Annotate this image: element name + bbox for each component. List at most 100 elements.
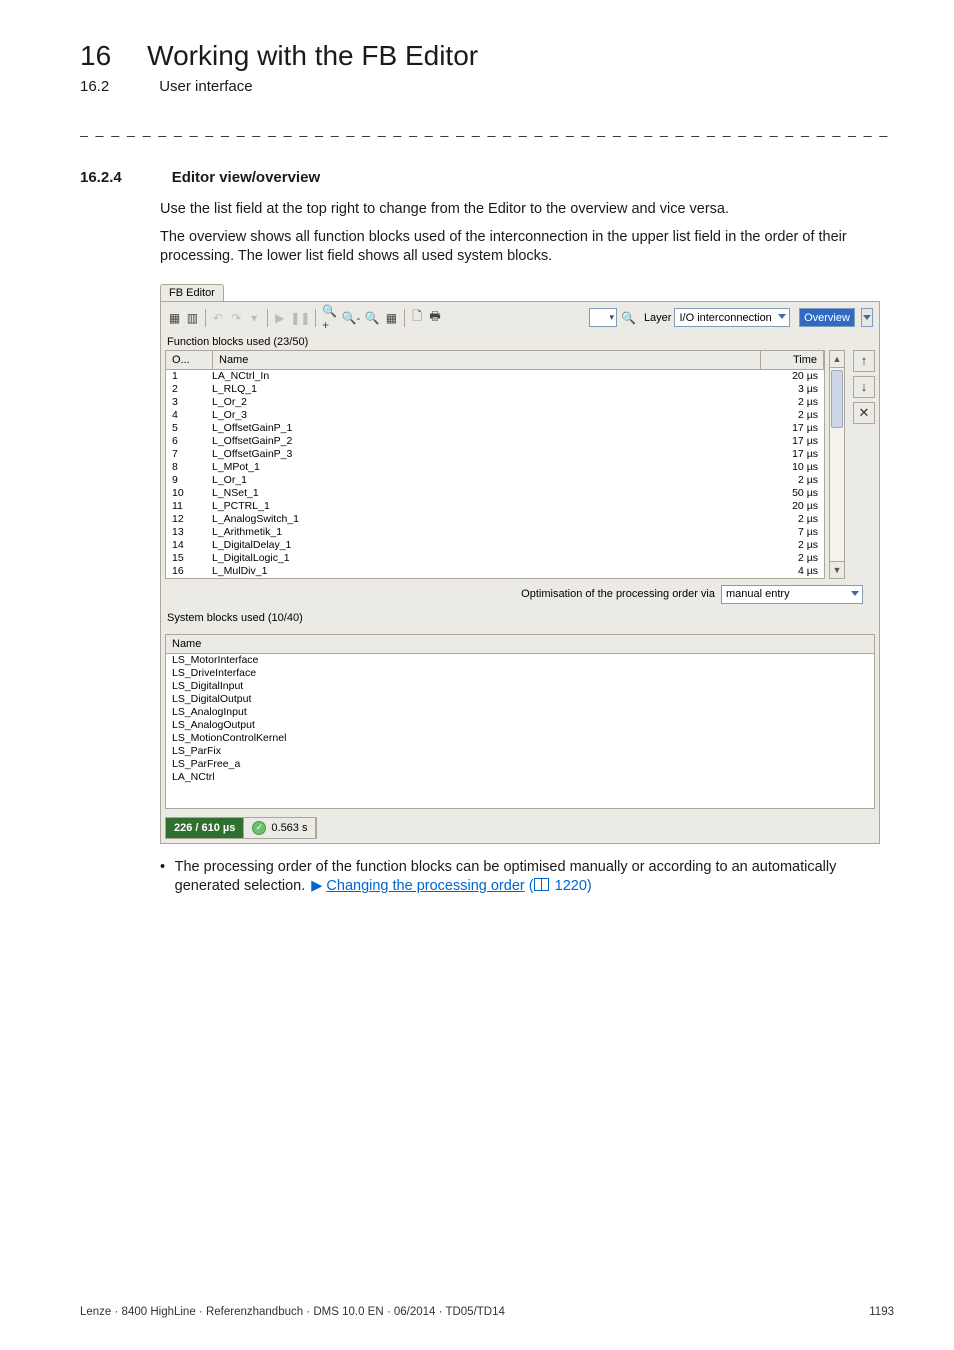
table-row[interactable]: 7L_OffsetGainP_317 µs bbox=[166, 448, 824, 461]
list-item[interactable]: LS_MotorInterface bbox=[166, 654, 874, 667]
list-item[interactable]: LS_ParFix bbox=[166, 745, 874, 758]
table-row[interactable]: 15L_DigitalLogic_12 µs bbox=[166, 552, 824, 565]
cell-name: L_AnalogSwitch_1 bbox=[206, 513, 768, 525]
system-block-list: Name LS_MotorInterfaceLS_DriveInterfaceL… bbox=[165, 634, 875, 809]
toolbar-btn-print[interactable]: 🖶 bbox=[428, 308, 443, 328]
cell-order: 3 bbox=[166, 396, 206, 408]
table-row[interactable]: 16L_MulDiv_14 µs bbox=[166, 565, 824, 578]
cell-name: L_DigitalDelay_1 bbox=[206, 539, 768, 551]
table-row[interactable]: 5L_OffsetGainP_117 µs bbox=[166, 422, 824, 435]
layer-label: Layer bbox=[644, 312, 672, 324]
cell-time: 50 µs bbox=[768, 487, 824, 499]
link-changing-processing-order[interactable]: Changing the processing order bbox=[326, 878, 524, 894]
cell-order: 4 bbox=[166, 409, 206, 421]
toolbar-btn-sb-insert[interactable]: ▥ bbox=[185, 308, 200, 328]
chapter-number: 16 bbox=[80, 40, 111, 72]
scrollbar-track[interactable] bbox=[829, 368, 845, 561]
function-block-list: O... Name Time 1LA_NCtrl_In20 µs2L_RLQ_1… bbox=[165, 350, 825, 579]
list-item[interactable]: LS_AnalogOutput bbox=[166, 719, 874, 732]
toolbar-btn-undo: ↶ bbox=[211, 308, 226, 328]
table-row[interactable]: 14L_DigitalDelay_12 µs bbox=[166, 539, 824, 552]
cell-order: 14 bbox=[166, 539, 206, 551]
cell-name: L_PCTRL_1 bbox=[206, 500, 768, 512]
list-item[interactable]: LS_MotionControlKernel bbox=[166, 732, 874, 745]
cell-name: L_MPot_1 bbox=[206, 461, 768, 473]
col-header-sys-name[interactable]: Name bbox=[166, 635, 874, 653]
check-icon: ✓ bbox=[252, 821, 266, 835]
list-item[interactable]: LS_DriveInterface bbox=[166, 667, 874, 680]
cell-name: LA_NCtrl_In bbox=[206, 370, 768, 382]
paragraph-2: The overview shows all function blocks u… bbox=[160, 228, 894, 267]
col-header-name[interactable]: Name bbox=[213, 351, 761, 369]
view-dropdown[interactable]: Overview bbox=[799, 308, 855, 327]
cell-order: 2 bbox=[166, 383, 206, 395]
cell-order: 16 bbox=[166, 565, 206, 577]
cell-time: 3 µs bbox=[768, 383, 824, 395]
optimisation-dropdown[interactable]: manual entry bbox=[721, 585, 863, 604]
cell-order: 11 bbox=[166, 500, 206, 512]
layer-dropdown[interactable]: I/O interconnection bbox=[674, 308, 790, 327]
table-row[interactable]: 1LA_NCtrl_In20 µs bbox=[166, 370, 824, 383]
toolbar-btn-play: ▶ bbox=[272, 308, 287, 328]
toolbar-btn-zoom-in[interactable]: 🔍+ bbox=[321, 308, 338, 328]
cell-name: L_Arithmetik_1 bbox=[206, 526, 768, 538]
table-row[interactable]: 2L_RLQ_13 µs bbox=[166, 383, 824, 396]
page-reference[interactable]: ( 1220) bbox=[529, 878, 592, 894]
cell-time: 2 µs bbox=[768, 552, 824, 564]
status-elapsed: ✓ 0.563 s bbox=[244, 818, 316, 838]
toolbar-btn-new[interactable]: 🗋 bbox=[410, 308, 425, 328]
list-item[interactable]: LS_ParFree_a bbox=[166, 758, 874, 771]
move-up-button[interactable]: ↑ bbox=[853, 350, 875, 372]
function-blocks-caption: Function blocks used (23/50) bbox=[167, 336, 875, 348]
scroll-up-button[interactable]: ▲ bbox=[829, 350, 845, 368]
cell-time: 20 µs bbox=[768, 500, 824, 512]
toolbar-btn-zoom-fit[interactable]: 🔍 bbox=[364, 308, 381, 328]
cell-name: L_Or_1 bbox=[206, 474, 768, 486]
table-row[interactable]: 9L_Or_12 µs bbox=[166, 474, 824, 487]
toolbar: ▦ ▥ ↶ ↷ ▾ ▶ ❚❚ 🔍+ 🔍- 🔍 ▦ 🗋 🖶 ▾ 🔍 bbox=[165, 306, 875, 334]
cell-name: L_Or_3 bbox=[206, 409, 768, 421]
list-item[interactable]: LS_AnalogInput bbox=[166, 706, 874, 719]
table-row[interactable]: 12L_AnalogSwitch_12 µs bbox=[166, 513, 824, 526]
fb-editor-screenshot: FB Editor ▦ ▥ ↶ ↷ ▾ ▶ ❚❚ 🔍+ 🔍- 🔍 ▦ 🗋 🖶 bbox=[160, 281, 880, 844]
table-row[interactable]: 13L_Arithmetik_17 µs bbox=[166, 526, 824, 539]
cell-time: 2 µs bbox=[768, 474, 824, 486]
col-header-order[interactable]: O... bbox=[166, 351, 213, 369]
cell-name: L_OffsetGainP_1 bbox=[206, 422, 768, 434]
toolbar-btn-zoom-reset[interactable]: 🔍 bbox=[620, 308, 637, 328]
cell-name: L_DigitalLogic_1 bbox=[206, 552, 768, 564]
scroll-down-button[interactable]: ▼ bbox=[829, 561, 845, 579]
delete-button[interactable]: ✕ bbox=[853, 402, 875, 424]
cell-order: 12 bbox=[166, 513, 206, 525]
zoom-dropdown[interactable]: ▾ bbox=[589, 308, 617, 327]
tab-fb-editor[interactable]: FB Editor bbox=[160, 284, 224, 301]
scrollbar-thumb[interactable] bbox=[831, 370, 843, 428]
list-item[interactable]: LS_DigitalOutput bbox=[166, 693, 874, 706]
table-row[interactable]: 8L_MPot_110 µs bbox=[166, 461, 824, 474]
list-item[interactable]: LS_DigitalInput bbox=[166, 680, 874, 693]
list-item[interactable]: LA_NCtrl bbox=[166, 771, 874, 784]
cell-time: 2 µs bbox=[768, 409, 824, 421]
cell-time: 17 µs bbox=[768, 422, 824, 434]
toolbar-btn-zoom-out[interactable]: 🔍- bbox=[341, 308, 361, 328]
toolbar-btn-pause: ❚❚ bbox=[290, 308, 310, 328]
cell-time: 2 µs bbox=[768, 539, 824, 551]
footer-page-number: 1193 bbox=[869, 1306, 894, 1318]
table-row[interactable]: 6L_OffsetGainP_217 µs bbox=[166, 435, 824, 448]
move-down-button[interactable]: ↓ bbox=[853, 376, 875, 398]
cell-order: 5 bbox=[166, 422, 206, 434]
cell-order: 8 bbox=[166, 461, 206, 473]
toolbar-btn-grid[interactable]: ▦ bbox=[384, 308, 399, 328]
table-row[interactable]: 4L_Or_32 µs bbox=[166, 409, 824, 422]
paragraph-1: Use the list field at the top right to c… bbox=[160, 200, 894, 220]
toolbar-btn-fb-insert[interactable]: ▦ bbox=[167, 308, 182, 328]
cell-time: 4 µs bbox=[768, 565, 824, 577]
cell-order: 1 bbox=[166, 370, 206, 382]
col-header-time[interactable]: Time bbox=[761, 351, 824, 369]
footer-left: Lenze · 8400 HighLine · Referenzhandbuch… bbox=[80, 1306, 505, 1318]
view-dropdown-arrow[interactable] bbox=[861, 308, 873, 327]
table-row[interactable]: 11L_PCTRL_120 µs bbox=[166, 500, 824, 513]
table-row[interactable]: 10L_NSet_150 µs bbox=[166, 487, 824, 500]
table-row[interactable]: 3L_Or_22 µs bbox=[166, 396, 824, 409]
status-elapsed-value: 0.563 s bbox=[271, 822, 307, 834]
